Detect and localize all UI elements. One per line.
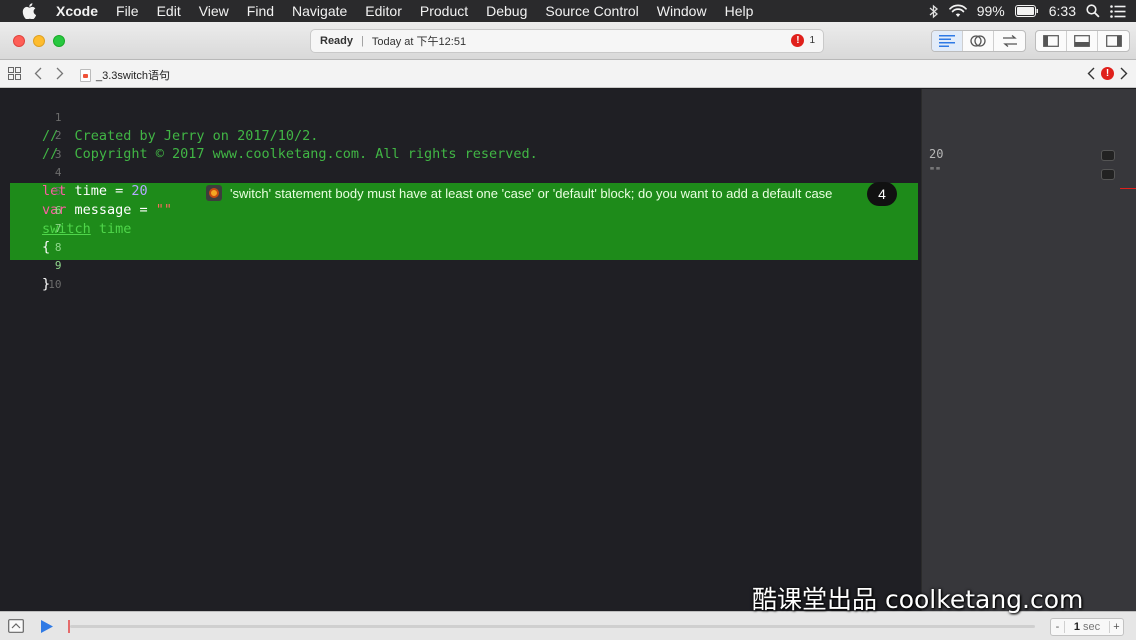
code-identifier: time = [66,183,132,199]
error-icon: ! [791,34,805,47]
next-issue-icon[interactable] [1120,67,1128,80]
line-number: 2 [54,129,62,142]
error-indicator[interactable]: ! 1 [791,34,815,47]
error-count: 1 [809,35,815,46]
breadcrumb-file[interactable]: _3.3switch语句 [96,67,170,83]
code-line[interactable]: 4 let time = 20 [0,146,148,199]
results-sidebar: 20 "" [921,89,1136,611]
code-line[interactable]: 10 [0,258,61,291]
code-string: "" [155,202,173,218]
build-timestamp: Today at 下午12:51 [371,36,467,48]
swift-file-icon [80,68,91,82]
related-items-icon[interactable] [8,67,21,80]
watermark: 酷课堂出品 coolketang.com [752,585,1084,614]
code-number: 20 [131,183,148,199]
issue-error-icon[interactable]: ! [1101,67,1114,80]
code-line[interactable]: 5 var message = "" [0,165,172,218]
quick-look-button[interactable] [1101,150,1115,161]
line-number: 8 [54,241,62,254]
code-line[interactable]: 8 [0,221,62,254]
code-line[interactable]: 2 // Copyright © 2017 www.coolketang.com… [0,109,538,162]
wifi-icon[interactable] [948,4,967,18]
menu-editor[interactable]: Editor [356,3,411,19]
editor-mode-group [931,30,1026,52]
code-line[interactable]: 9 } [0,239,62,292]
source-editor[interactable]: 1 // Created by Jerry on 2017/10/2. 2 //… [0,89,921,611]
debug-bar: - 1 sec + [0,611,1136,640]
forward-chevron-icon[interactable] [56,67,64,80]
code-comment: // Created by Jerry on 2017/10/2. [42,128,319,144]
code-line[interactable]: 1 // Created by Jerry on 2017/10/2. [0,91,318,144]
battery-percent: 99% [976,3,1005,19]
result-value[interactable]: "" [929,166,941,177]
menu-bar: Xcode File Edit View Find Navigate Edito… [0,0,1136,22]
minimize-window-button[interactable] [33,35,45,47]
menu-app-name[interactable]: Xcode [54,3,107,19]
apple-menu-icon[interactable] [20,3,38,19]
error-marker [1120,188,1136,189]
duration-value: 1 sec [1073,621,1101,633]
menu-source-control[interactable]: Source Control [536,3,647,19]
line-number: 1 [54,111,62,124]
notification-center-icon[interactable] [1110,4,1126,18]
menu-debug[interactable]: Debug [477,3,536,19]
quick-look-button[interactable] [1101,169,1115,180]
spotlight-search-icon[interactable] [1086,4,1100,18]
menu-view[interactable]: View [190,3,238,19]
line-number: 5 [54,185,62,198]
toggle-navigator-button[interactable] [1036,31,1067,51]
error-message-text: 'switch' statement body must have at lea… [230,185,833,201]
toggle-utilities-button[interactable] [1098,31,1129,51]
menu-window[interactable]: Window [648,3,716,19]
execution-timeline[interactable] [70,625,1035,628]
timeline-marker[interactable] [68,620,70,633]
breadcrumb[interactable]: _3.3switch语句 [80,67,170,83]
standard-editor-button[interactable] [932,31,963,51]
line-number: 4 [54,166,62,179]
window-toolbar: Ready | Today at 下午12:51 ! 1 [0,22,1136,60]
code-identifier: time [90,221,132,237]
step-number-badge: 4 [867,182,897,206]
jump-bar: _3.3switch语句 ! [0,60,1136,88]
result-value[interactable]: 20 [929,147,943,161]
code-line[interactable]: 7 { [0,202,62,255]
activity-viewer[interactable]: Ready | Today at 下午12:51 ! 1 [310,29,824,53]
code-identifier: message = [66,202,156,218]
battery-icon[interactable] [1014,5,1039,17]
menu-help[interactable]: Help [716,3,763,19]
code-line[interactable]: 3 [0,128,62,161]
line-number: 7 [54,222,62,235]
status-separator: | [361,35,364,47]
line-number: 3 [54,148,62,161]
decrement-button[interactable]: - [1051,621,1065,633]
line-number: 6 [54,204,62,217]
inline-error-message[interactable]: 'switch' statement body must have at lea… [206,184,832,202]
bluetooth-icon[interactable] [929,4,939,19]
increment-button[interactable]: + [1109,621,1123,633]
previous-issue-icon[interactable] [1087,67,1095,80]
toggle-debug-area-button[interactable] [1067,31,1098,51]
error-fixit-icon[interactable] [206,185,222,201]
build-status: Ready [320,35,354,47]
timeline-duration-stepper[interactable]: - 1 sec + [1050,618,1124,636]
menu-find[interactable]: Find [238,3,283,19]
version-editor-button[interactable] [994,31,1025,51]
assistant-editor-button[interactable] [963,31,994,51]
menu-navigate[interactable]: Navigate [283,3,356,19]
menu-edit[interactable]: Edit [148,3,190,19]
hide-debug-area-icon[interactable] [8,619,24,638]
back-chevron-icon[interactable] [34,67,42,80]
run-playground-icon[interactable] [40,619,54,639]
menu-file[interactable]: File [107,3,148,19]
zoom-window-button[interactable] [53,35,65,47]
menu-product[interactable]: Product [411,3,477,19]
close-window-button[interactable] [13,35,25,47]
line-number: 10 [48,278,62,291]
line-number: 9 [54,259,62,272]
code-line-error[interactable]: 6 switch time [0,184,131,237]
clock[interactable]: 6:33 [1049,3,1076,19]
code-comment: // Copyright © 2017 www.coolketang.com. … [42,146,538,162]
status-area: 99% 6:33 [929,0,1126,22]
panel-toggle-group [1035,30,1130,52]
